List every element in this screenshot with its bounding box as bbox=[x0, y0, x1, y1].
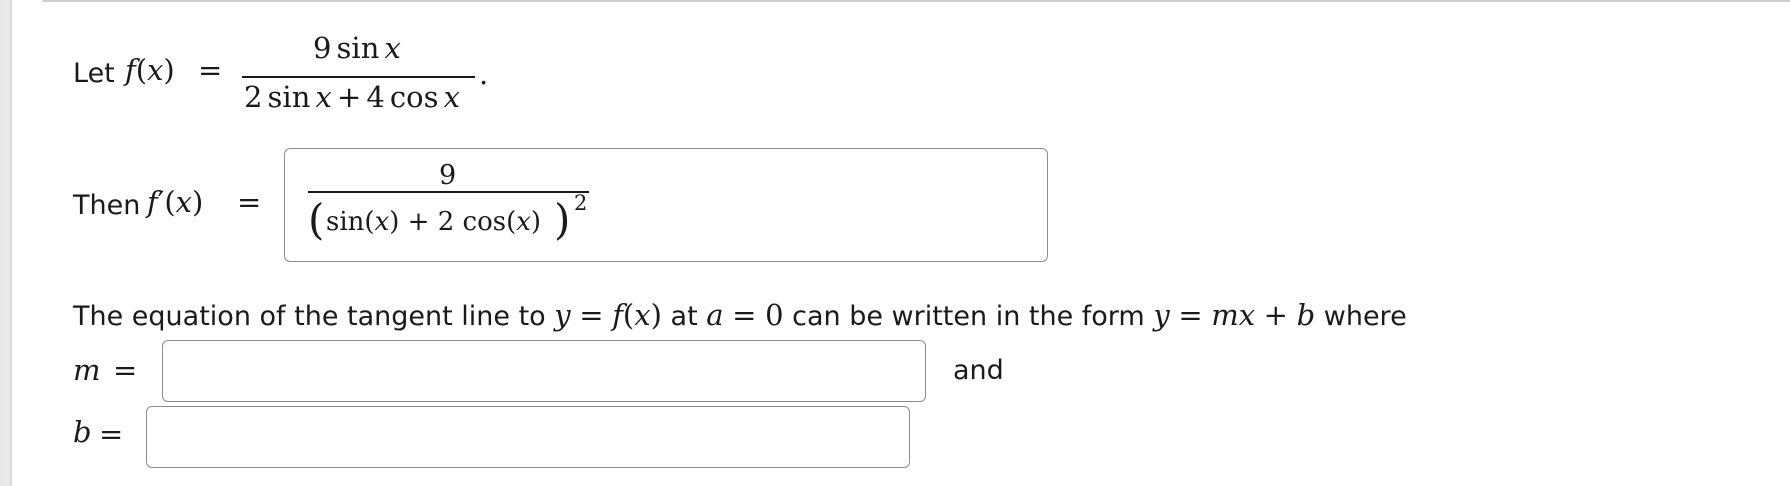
derivative-lhs: f′(x) bbox=[147, 185, 204, 219]
let-label: Let bbox=[73, 58, 115, 89]
fraction-bar bbox=[242, 76, 475, 78]
answer-numerator: 9 bbox=[439, 160, 457, 191]
equals-sign: = bbox=[113, 353, 138, 387]
answer-exponent: 2 bbox=[574, 191, 588, 215]
tangent-line-prompt: The equation of the tangent line to y = … bbox=[73, 298, 1407, 332]
b-label: b bbox=[73, 415, 92, 449]
equals-sign: = bbox=[198, 53, 223, 87]
equals-sign: = bbox=[237, 185, 262, 219]
answer-denominator: sin(x) + 2 cos(x) bbox=[326, 207, 542, 237]
derivative-answer-box[interactable]: 9 ( sin(x) + 2 cos(x) ) 2 bbox=[284, 148, 1048, 262]
left-margin-bar bbox=[0, 0, 12, 486]
then-label: Then bbox=[73, 190, 141, 221]
period: . bbox=[479, 57, 489, 91]
top-divider bbox=[42, 0, 1790, 2]
equals-sign: = bbox=[99, 417, 124, 451]
function-lhs: f(x) bbox=[125, 53, 175, 87]
b-input[interactable] bbox=[146, 406, 910, 468]
m-label: m bbox=[73, 353, 101, 387]
fraction-numerator: 9 sin x bbox=[313, 31, 401, 65]
fraction-denominator: 2 sin x + 4 cos x bbox=[244, 80, 460, 114]
and-word: and bbox=[953, 355, 1004, 386]
m-input[interactable] bbox=[162, 340, 926, 402]
left-paren: ( bbox=[308, 195, 325, 244]
answer-fraction-bar bbox=[308, 191, 589, 193]
right-paren: ) bbox=[554, 195, 571, 244]
